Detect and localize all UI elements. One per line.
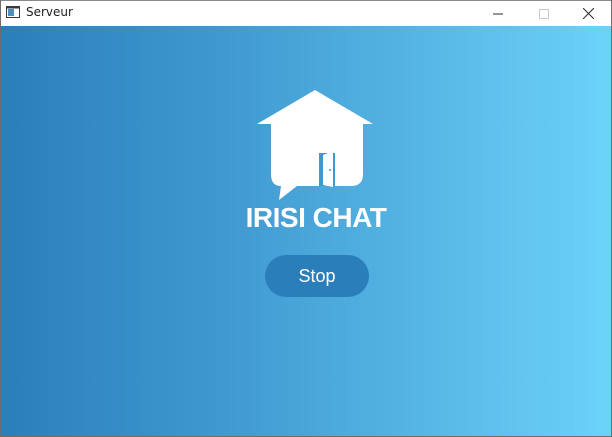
title-bar[interactable]: Serveur <box>1 0 611 26</box>
minimize-icon <box>493 13 503 14</box>
stop-button[interactable]: Stop <box>265 255 369 297</box>
close-button[interactable] <box>565 1 611 26</box>
close-icon <box>582 8 594 19</box>
app-window: Serveur IRISI CHAT Stop <box>0 0 612 437</box>
app-icon <box>6 6 20 18</box>
maximize-button[interactable] <box>521 1 567 26</box>
minimize-button[interactable] <box>475 1 521 26</box>
maximize-icon <box>539 8 549 19</box>
house-chat-icon <box>257 90 373 200</box>
main-panel: IRISI CHAT Stop <box>1 26 611 436</box>
brand-title: IRISI CHAT <box>245 202 387 233</box>
window-title: Serveur <box>26 5 73 19</box>
